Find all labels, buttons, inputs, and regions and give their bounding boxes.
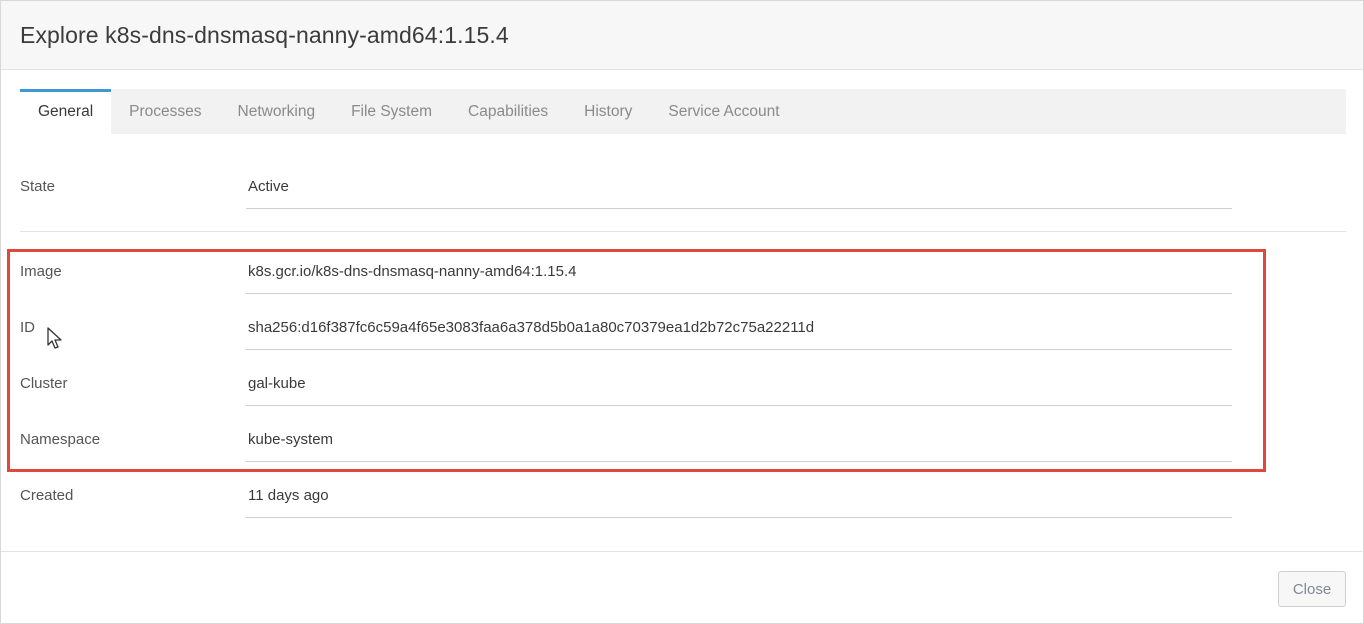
- state-value: Active: [248, 178, 289, 195]
- footer-divider: [1, 551, 1364, 552]
- image-underline: [246, 293, 1232, 294]
- namespace-label: Namespace: [20, 431, 101, 448]
- cluster-label: Cluster: [20, 375, 68, 392]
- tab-capabilities[interactable]: Capabilities: [450, 89, 566, 134]
- image-label: Image: [20, 263, 62, 280]
- id-underline: [246, 349, 1232, 350]
- state-underline: [246, 208, 1232, 209]
- tab-processes[interactable]: Processes: [111, 89, 219, 134]
- created-underline: [246, 517, 1232, 518]
- explore-modal: Explore k8s-dns-dnsmasq-nanny-amd64:1.15…: [0, 0, 1364, 624]
- close-button[interactable]: Close: [1278, 571, 1346, 607]
- section-divider: [20, 231, 1346, 232]
- tab-general[interactable]: General: [20, 89, 112, 134]
- cluster-value: gal-kube: [248, 375, 306, 392]
- modal-header: Explore k8s-dns-dnsmasq-nanny-amd64:1.15…: [1, 1, 1363, 70]
- mouse-pointer-icon: [47, 327, 62, 349]
- tab-history[interactable]: History: [566, 89, 650, 134]
- namespace-value: kube-system: [248, 431, 334, 448]
- field-row-created: Created 11 days ago: [1, 487, 1364, 543]
- id-value: sha256:d16f387fc6c59a4f65e3083faa6a378d5…: [248, 319, 815, 336]
- tab-bar: General Processes Networking File System…: [20, 89, 1346, 134]
- id-label: ID: [20, 319, 35, 336]
- namespace-underline: [246, 461, 1232, 462]
- tab-service-account[interactable]: Service Account: [650, 89, 797, 134]
- tab-file-system[interactable]: File System: [333, 89, 450, 134]
- cluster-underline: [246, 405, 1232, 406]
- field-row-cluster: Cluster gal-kube: [1, 375, 1364, 431]
- state-label: State: [20, 178, 56, 195]
- created-value: 11 days ago: [248, 487, 329, 504]
- field-row-id: ID sha256:d16f387fc6c59a4f65e3083faa6a37…: [1, 319, 1364, 375]
- field-row-image: Image k8s.gcr.io/k8s-dns-dnsmasq-nanny-a…: [1, 263, 1364, 319]
- field-row-namespace: Namespace kube-system: [1, 431, 1364, 487]
- image-value: k8s.gcr.io/k8s-dns-dnsmasq-nanny-amd64:1…: [248, 263, 577, 280]
- tab-networking[interactable]: Networking: [220, 89, 334, 134]
- field-row-state: State Active: [1, 178, 1364, 234]
- modal-title: Explore k8s-dns-dnsmasq-nanny-amd64:1.15…: [20, 21, 509, 48]
- created-label: Created: [20, 487, 74, 504]
